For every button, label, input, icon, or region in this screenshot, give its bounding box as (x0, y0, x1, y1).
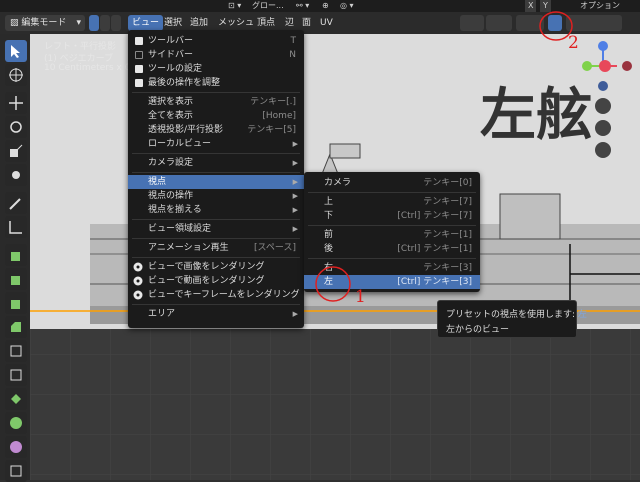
annotation-label-2: 2 (568, 33, 579, 53)
annotation-layer (315, 11, 573, 302)
annotation-circle-1 (315, 266, 351, 302)
annotation-label-1: 1 (355, 287, 366, 307)
